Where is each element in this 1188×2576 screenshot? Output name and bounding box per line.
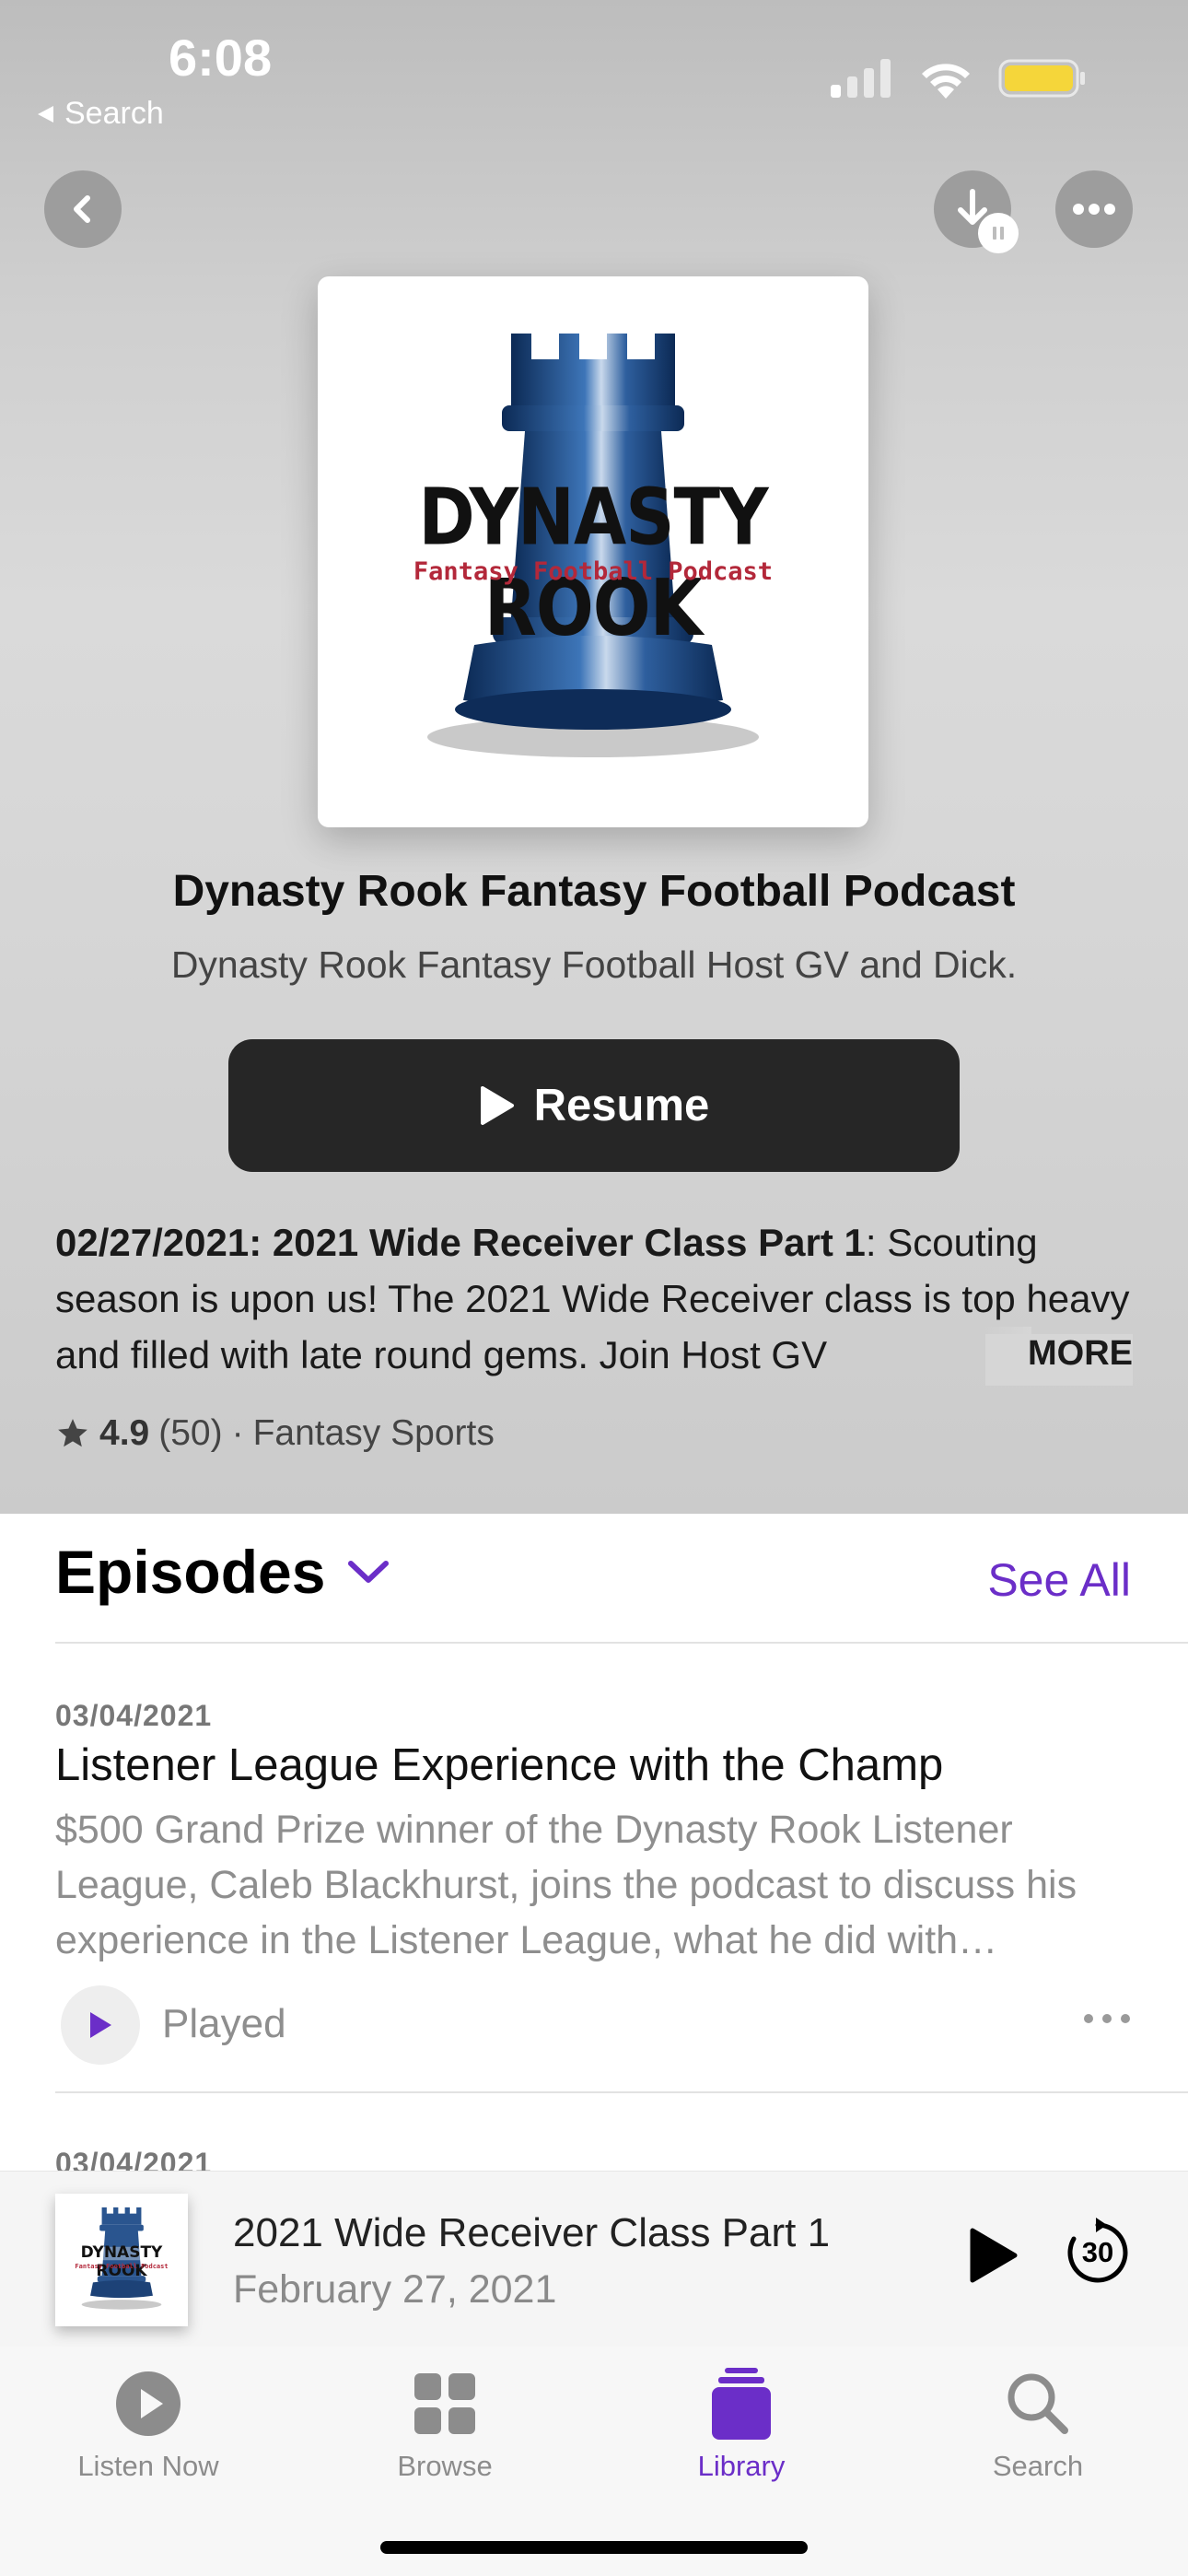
star-icon (58, 1419, 87, 1447)
chevron-down-icon (348, 1561, 390, 1583)
chevron-left-icon (74, 195, 90, 223)
library-icon (712, 2368, 771, 2440)
more-options-button[interactable] (1055, 170, 1133, 248)
download-paused-badge (978, 213, 1019, 253)
episodes-heading: Episodes (55, 1538, 326, 1606)
mini-player-title: 2021 Wide Receiver Class Part 1 (233, 2210, 831, 2255)
back-to-search-link[interactable]: Search (35, 96, 164, 132)
tab-listen-now[interactable]: Listen Now (33, 2365, 263, 2483)
rating-count: (50) (158, 1413, 223, 1453)
back-button[interactable] (44, 170, 122, 248)
rating-row[interactable]: 4.9 (50) · Fantasy Sports (55, 1413, 495, 1454)
play-icon (970, 2228, 1018, 2283)
download-button[interactable] (934, 170, 1019, 253)
resume-button[interactable]: Resume (228, 1039, 960, 1172)
home-indicator[interactable] (380, 2541, 808, 2554)
mini-player[interactable]: DYNASTY ROOK Fantasy Football Podcast 20… (0, 2171, 1188, 2348)
mini-artwork-subtitle: Fantasy Football Podcast (75, 2263, 169, 2270)
podcast-host[interactable]: Dynasty Rook Fantasy Football Host GV an… (0, 943, 1188, 987)
mini-artwork-title: DYNASTY ROOK (80, 2243, 163, 2280)
rating-separator: · (231, 1413, 244, 1453)
episode-more-button[interactable] (1083, 2012, 1131, 2029)
tab-library[interactable]: Library (626, 2365, 856, 2483)
episode-status: Played (162, 2001, 286, 2046)
episode-title: Listener League Experience with the Cham… (55, 1740, 944, 1790)
artwork-subtitle: Fantasy Football Podcast (413, 557, 774, 586)
description-heading: 02/27/2021: 2021 Wide Receiver Class Par… (55, 1221, 866, 1264)
wifi-icon (922, 64, 970, 99)
tab-label: Listen Now (77, 2450, 219, 2482)
play-icon (480, 1086, 514, 1125)
pause-icon (993, 227, 1004, 240)
podcast-artwork: DYNASTY ROOK Fantasy Football Podcast (318, 276, 868, 827)
divider (55, 1642, 1188, 1644)
podcast-title: Dynasty Rook Fantasy Football Podcast (172, 867, 1016, 916)
tab-search[interactable]: Search (923, 2365, 1153, 2483)
resume-label: Resume (533, 1081, 710, 1130)
mini-play-button[interactable] (965, 2225, 1020, 2290)
tab-label: Browse (397, 2450, 493, 2482)
podcast-category: Fantasy Sports (252, 1413, 495, 1453)
podcast-description[interactable]: 02/27/2021: 2021 Wide Receiver Class Par… (55, 1214, 1133, 1383)
ellipsis-icon (1073, 204, 1115, 215)
see-all-link[interactable]: See All (987, 1553, 1131, 1607)
episodes-filter-button[interactable]: Episodes (55, 1537, 391, 1607)
battery-icon (998, 59, 1085, 98)
tab-label: Library (697, 2450, 786, 2482)
tab-browse[interactable]: Browse (330, 2365, 560, 2483)
episode-date: 03/04/2021 (55, 1699, 213, 1732)
episode-play-button[interactable] (61, 1985, 140, 2065)
play-icon (90, 2012, 111, 2038)
status-icons (829, 57, 1087, 100)
grid-icon (414, 2373, 475, 2434)
more-button[interactable]: MORE (985, 1334, 1133, 1386)
divider (55, 2091, 1188, 2093)
mini-player-artwork: DYNASTY ROOK Fantasy Football Podcast (55, 2194, 188, 2326)
cellular-signal-icon (831, 59, 891, 98)
skip-forward-30-button[interactable]: 30 (1063, 2218, 1133, 2288)
back-triangle-icon (38, 105, 53, 123)
rating-value: 4.9 (99, 1413, 150, 1453)
episode-description: $500 Grand Prize winner of the Dynasty R… (55, 1808, 1077, 1962)
search-icon (1007, 2373, 1068, 2434)
skip-seconds-label: 30 (1081, 2236, 1114, 2268)
play-circle-icon (116, 2371, 181, 2436)
back-search-label: Search (64, 96, 164, 131)
status-time: 6:08 (169, 29, 273, 87)
mini-player-date: February 27, 2021 (233, 2267, 557, 2312)
ellipsis-icon (1084, 2014, 1130, 2023)
tab-label: Search (992, 2450, 1084, 2482)
